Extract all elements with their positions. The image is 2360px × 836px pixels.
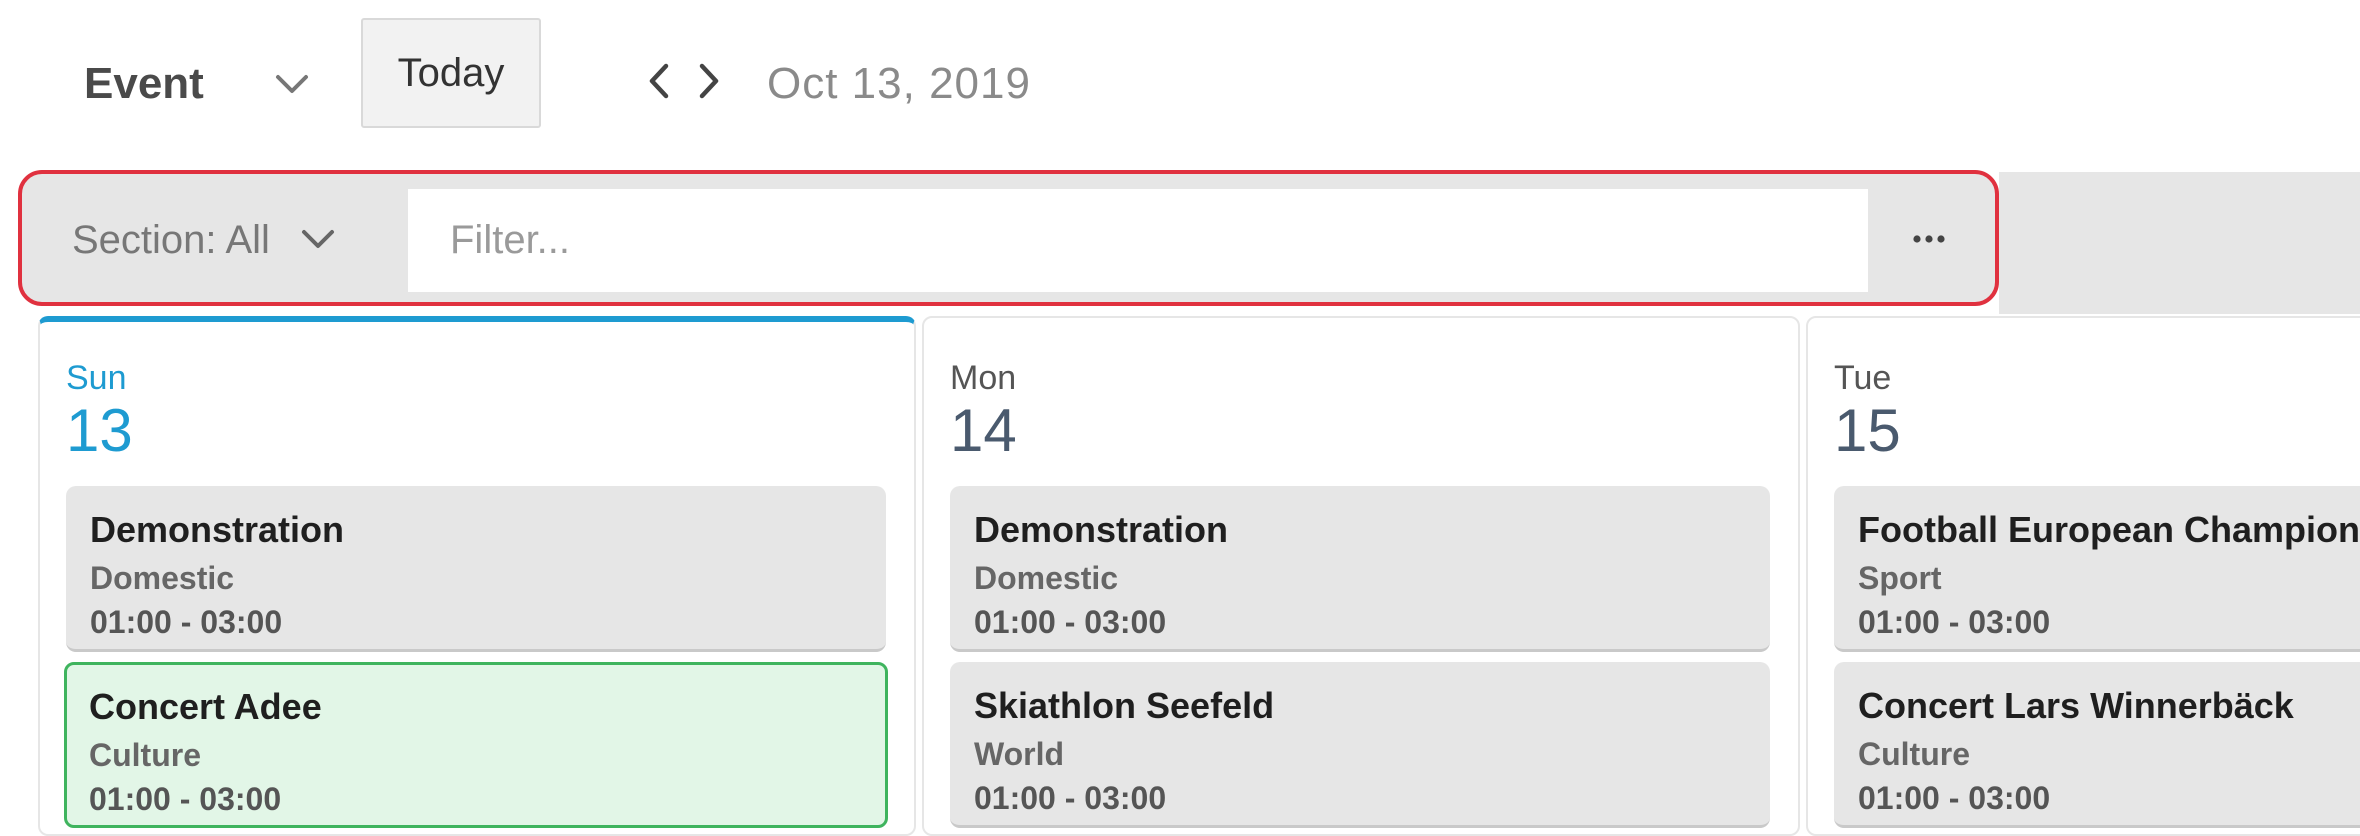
view-selector-label[interactable]: Event xyxy=(84,54,204,114)
chevron-left-icon[interactable] xyxy=(636,54,680,108)
event-title: Demonstration xyxy=(974,509,1229,550)
event-card[interactable]: Skiathlon Seefeld World 01:00 - 03:00 xyxy=(950,662,1770,828)
event-title: Skiathlon Seefeld xyxy=(974,685,1275,726)
day-number: 14 xyxy=(950,397,1017,464)
event-title: Concert Lars Winnerbäck xyxy=(1858,685,2294,726)
day-number: 13 xyxy=(66,397,133,464)
day-name: Sun xyxy=(66,359,127,397)
event-card[interactable]: Demonstration Domestic 01:00 - 03:00 xyxy=(66,486,886,652)
event-time: 01:00 - 03:00 xyxy=(89,781,282,817)
filter-bar: Section: All xyxy=(18,170,1999,306)
filter-bar-background xyxy=(1999,172,2360,314)
event-card-selected[interactable]: Concert Adee Culture 01:00 - 03:00 xyxy=(64,662,888,828)
current-date: Oct 13, 2019 xyxy=(767,59,1031,108)
section-dropdown-label: Section: All xyxy=(72,218,270,262)
event-card[interactable]: Football European Championship Sport 01:… xyxy=(1834,486,2360,652)
event-time: 01:00 - 03:00 xyxy=(90,604,283,640)
event-section: World xyxy=(974,736,1065,772)
event-section: Sport xyxy=(1858,560,1942,596)
event-time: 01:00 - 03:00 xyxy=(1858,780,2051,816)
event-card[interactable]: Demonstration Domestic 01:00 - 03:00 xyxy=(950,486,1770,652)
day-column-sun: Sun 13 Demonstration Domestic 01:00 - 03… xyxy=(38,316,916,836)
event-time: 01:00 - 03:00 xyxy=(974,780,1167,816)
day-number: 15 xyxy=(1834,397,1901,464)
day-column-tue: Tue 15 Football European Championship Sp… xyxy=(1806,316,2360,836)
section-dropdown[interactable]: Section: All xyxy=(72,202,340,278)
event-section: Culture xyxy=(89,737,201,773)
event-card[interactable]: Concert Lars Winnerbäck Culture 01:00 - … xyxy=(1834,662,2360,828)
event-title: Demonstration xyxy=(90,509,345,550)
event-section: Domestic xyxy=(974,560,1119,596)
calendar-toolbar: Event Today Oct 13, 2019 xyxy=(0,0,2360,165)
today-button[interactable]: Today xyxy=(361,18,541,128)
event-section: Culture xyxy=(1858,736,1970,772)
chevron-down-icon xyxy=(296,218,340,262)
ellipsis-icon[interactable] xyxy=(1899,214,1959,264)
event-time: 01:00 - 03:00 xyxy=(974,604,1167,640)
event-section: Domestic xyxy=(90,560,235,596)
event-title: Football European Championship xyxy=(1858,509,2360,550)
chevron-down-icon[interactable] xyxy=(268,60,316,108)
event-time: 01:00 - 03:00 xyxy=(1858,604,2051,640)
event-title: Concert Adee xyxy=(89,686,322,727)
chevron-right-icon[interactable] xyxy=(688,54,732,108)
day-name: Tue xyxy=(1834,359,1892,397)
day-column-mon: Mon 14 Demonstration Domestic 01:00 - 03… xyxy=(922,316,1800,836)
filter-input[interactable] xyxy=(408,189,1868,292)
day-name: Mon xyxy=(950,359,1017,397)
